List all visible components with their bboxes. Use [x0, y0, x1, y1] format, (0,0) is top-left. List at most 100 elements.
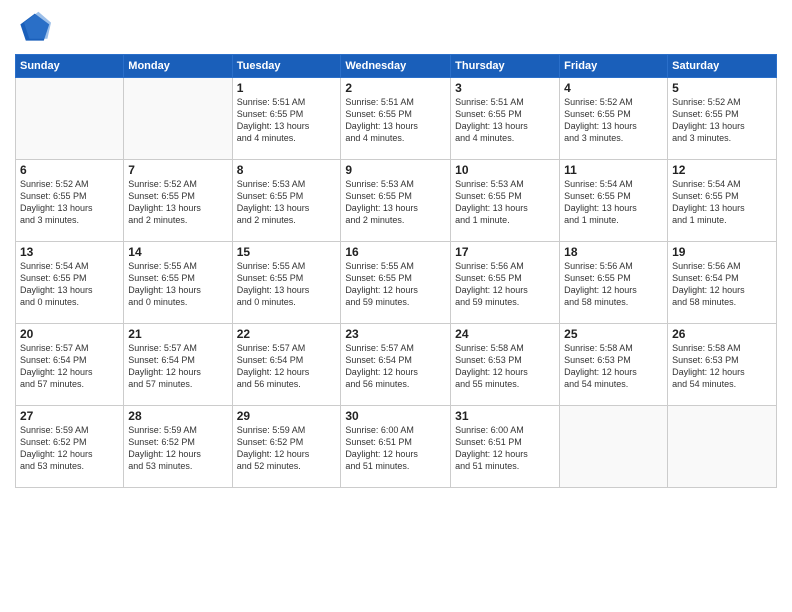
day-number: 4 — [564, 81, 663, 95]
day-number: 7 — [128, 163, 227, 177]
day-number: 18 — [564, 245, 663, 259]
calendar-cell: 17Sunrise: 5:56 AM Sunset: 6:55 PM Dayli… — [451, 242, 560, 324]
weekday-header-friday: Friday — [560, 55, 668, 78]
day-number: 31 — [455, 409, 555, 423]
calendar-cell: 15Sunrise: 5:55 AM Sunset: 6:55 PM Dayli… — [232, 242, 341, 324]
calendar-cell: 29Sunrise: 5:59 AM Sunset: 6:52 PM Dayli… — [232, 406, 341, 488]
calendar-cell — [16, 78, 124, 160]
day-number: 24 — [455, 327, 555, 341]
day-info: Sunrise: 5:52 AM Sunset: 6:55 PM Dayligh… — [672, 96, 772, 145]
calendar-cell: 13Sunrise: 5:54 AM Sunset: 6:55 PM Dayli… — [16, 242, 124, 324]
day-info: Sunrise: 5:57 AM Sunset: 6:54 PM Dayligh… — [20, 342, 119, 391]
day-number: 14 — [128, 245, 227, 259]
weekday-header-tuesday: Tuesday — [232, 55, 341, 78]
calendar-table: SundayMondayTuesdayWednesdayThursdayFrid… — [15, 54, 777, 488]
day-info: Sunrise: 5:56 AM Sunset: 6:55 PM Dayligh… — [564, 260, 663, 309]
calendar-cell: 14Sunrise: 5:55 AM Sunset: 6:55 PM Dayli… — [124, 242, 232, 324]
logo — [15, 10, 55, 46]
weekday-header-monday: Monday — [124, 55, 232, 78]
day-info: Sunrise: 5:55 AM Sunset: 6:55 PM Dayligh… — [345, 260, 446, 309]
day-number: 16 — [345, 245, 446, 259]
day-number: 2 — [345, 81, 446, 95]
calendar-cell: 20Sunrise: 5:57 AM Sunset: 6:54 PM Dayli… — [16, 324, 124, 406]
calendar-cell — [124, 78, 232, 160]
day-number: 3 — [455, 81, 555, 95]
day-info: Sunrise: 5:59 AM Sunset: 6:52 PM Dayligh… — [237, 424, 337, 473]
logo-icon — [15, 10, 51, 46]
calendar-cell: 7Sunrise: 5:52 AM Sunset: 6:55 PM Daylig… — [124, 160, 232, 242]
day-info: Sunrise: 5:53 AM Sunset: 6:55 PM Dayligh… — [455, 178, 555, 227]
day-number: 15 — [237, 245, 337, 259]
day-number: 23 — [345, 327, 446, 341]
calendar-cell: 11Sunrise: 5:54 AM Sunset: 6:55 PM Dayli… — [560, 160, 668, 242]
day-info: Sunrise: 6:00 AM Sunset: 6:51 PM Dayligh… — [345, 424, 446, 473]
calendar-cell: 2Sunrise: 5:51 AM Sunset: 6:55 PM Daylig… — [341, 78, 451, 160]
day-info: Sunrise: 5:53 AM Sunset: 6:55 PM Dayligh… — [345, 178, 446, 227]
weekday-header-thursday: Thursday — [451, 55, 560, 78]
calendar-cell: 18Sunrise: 5:56 AM Sunset: 6:55 PM Dayli… — [560, 242, 668, 324]
day-info: Sunrise: 5:51 AM Sunset: 6:55 PM Dayligh… — [455, 96, 555, 145]
week-row-2: 6 Sunrise: 5:52 AM Sunset: 6:55 PM Daylig… — [16, 160, 777, 242]
day-number: 10 — [455, 163, 555, 177]
day-number: 28 — [128, 409, 227, 423]
calendar-cell: 8Sunrise: 5:53 AM Sunset: 6:55 PM Daylig… — [232, 160, 341, 242]
day-info: Sunrise: 5:54 AM Sunset: 6:55 PM Dayligh… — [672, 178, 772, 227]
day-info: Sunrise: 5:52 AM Sunset: 6:55 PM Dayligh… — [564, 96, 663, 145]
calendar-cell: 16Sunrise: 5:55 AM Sunset: 6:55 PM Dayli… — [341, 242, 451, 324]
day-number: 8 — [237, 163, 337, 177]
calendar-cell: 24Sunrise: 5:58 AM Sunset: 6:53 PM Dayli… — [451, 324, 560, 406]
day-number: 20 — [20, 327, 119, 341]
day-info: Sunrise: 5:51 AM Sunset: 6:55 PM Dayligh… — [237, 96, 337, 145]
day-info: Sunrise: 5:59 AM Sunset: 6:52 PM Dayligh… — [20, 424, 119, 473]
calendar-cell: 31Sunrise: 6:00 AM Sunset: 6:51 PM Dayli… — [451, 406, 560, 488]
day-number: 29 — [237, 409, 337, 423]
calendar-cell: 25Sunrise: 5:58 AM Sunset: 6:53 PM Dayli… — [560, 324, 668, 406]
day-number: 13 — [20, 245, 119, 259]
calendar-cell: 23Sunrise: 5:57 AM Sunset: 6:54 PM Dayli… — [341, 324, 451, 406]
day-info: Sunrise: 5:58 AM Sunset: 6:53 PM Dayligh… — [455, 342, 555, 391]
calendar-cell: 28Sunrise: 5:59 AM Sunset: 6:52 PM Dayli… — [124, 406, 232, 488]
day-info: Sunrise: 5:54 AM Sunset: 6:55 PM Dayligh… — [20, 260, 119, 309]
day-info: Sunrise: 5:57 AM Sunset: 6:54 PM Dayligh… — [237, 342, 337, 391]
day-number: 12 — [672, 163, 772, 177]
page: SundayMondayTuesdayWednesdayThursdayFrid… — [0, 0, 792, 612]
day-number: 5 — [672, 81, 772, 95]
weekday-header-wednesday: Wednesday — [341, 55, 451, 78]
day-info: Sunrise: 5:52 AM Sunset: 6:55 PM Dayligh… — [128, 178, 227, 227]
day-info: Sunrise: 5:55 AM Sunset: 6:55 PM Dayligh… — [128, 260, 227, 309]
calendar-cell: 6Sunrise: 5:52 AM Sunset: 6:55 PM Daylig… — [16, 160, 124, 242]
day-info: Sunrise: 5:55 AM Sunset: 6:55 PM Dayligh… — [237, 260, 337, 309]
calendar-cell: 21Sunrise: 5:57 AM Sunset: 6:54 PM Dayli… — [124, 324, 232, 406]
day-info: Sunrise: 5:59 AM Sunset: 6:52 PM Dayligh… — [128, 424, 227, 473]
week-row-4: 20Sunrise: 5:57 AM Sunset: 6:54 PM Dayli… — [16, 324, 777, 406]
calendar-cell: 9Sunrise: 5:53 AM Sunset: 6:55 PM Daylig… — [341, 160, 451, 242]
day-info: Sunrise: 6:00 AM Sunset: 6:51 PM Dayligh… — [455, 424, 555, 473]
day-info: Sunrise: 5:58 AM Sunset: 6:53 PM Dayligh… — [672, 342, 772, 391]
day-number: 22 — [237, 327, 337, 341]
calendar-cell: 1Sunrise: 5:51 AM Sunset: 6:55 PM Daylig… — [232, 78, 341, 160]
calendar-cell: 19Sunrise: 5:56 AM Sunset: 6:54 PM Dayli… — [668, 242, 777, 324]
day-number: 30 — [345, 409, 446, 423]
calendar-cell — [668, 406, 777, 488]
day-number: 17 — [455, 245, 555, 259]
day-info: Sunrise: 5:56 AM Sunset: 6:55 PM Dayligh… — [455, 260, 555, 309]
day-info: Sunrise: 5:56 AM Sunset: 6:54 PM Dayligh… — [672, 260, 772, 309]
day-number: 1 — [237, 81, 337, 95]
day-number: 25 — [564, 327, 663, 341]
calendar-cell: 10Sunrise: 5:53 AM Sunset: 6:55 PM Dayli… — [451, 160, 560, 242]
weekday-header-sunday: Sunday — [16, 55, 124, 78]
header — [15, 10, 777, 46]
week-row-1: 1Sunrise: 5:51 AM Sunset: 6:55 PM Daylig… — [16, 78, 777, 160]
calendar-cell: 27Sunrise: 5:59 AM Sunset: 6:52 PM Dayli… — [16, 406, 124, 488]
day-number: 27 — [20, 409, 119, 423]
week-row-5: 27Sunrise: 5:59 AM Sunset: 6:52 PM Dayli… — [16, 406, 777, 488]
day-number: 19 — [672, 245, 772, 259]
day-info: Sunrise: 5:54 AM Sunset: 6:55 PM Dayligh… — [564, 178, 663, 227]
calendar-cell: 5Sunrise: 5:52 AM Sunset: 6:55 PM Daylig… — [668, 78, 777, 160]
day-number: 6 — [20, 163, 119, 177]
day-number: 11 — [564, 163, 663, 177]
day-number: 21 — [128, 327, 227, 341]
calendar-cell: 30Sunrise: 6:00 AM Sunset: 6:51 PM Dayli… — [341, 406, 451, 488]
calendar-cell: 22Sunrise: 5:57 AM Sunset: 6:54 PM Dayli… — [232, 324, 341, 406]
day-info: Sunrise: 5:51 AM Sunset: 6:55 PM Dayligh… — [345, 96, 446, 145]
